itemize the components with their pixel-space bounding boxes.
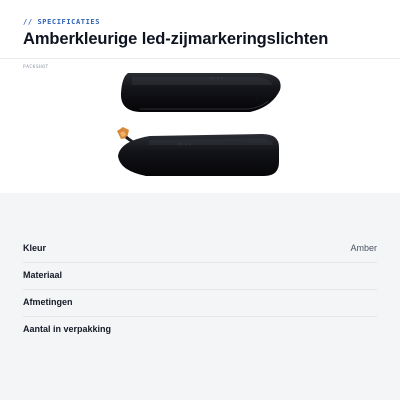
spec-row-color: Kleur Amber (23, 236, 377, 263)
product-image-panel: PACKSHOT E11 ▪ ▪ E11 ▪ ▪ (0, 59, 400, 193)
spec-label: Materiaal (23, 270, 63, 280)
spec-label: Aantal in verpakking (23, 324, 112, 334)
spec-value: Amber (350, 243, 377, 253)
section-eyebrow: // SPECIFICATIES (23, 18, 101, 26)
spec-header: // SPECIFICATIES Amberkleurige led-zijma… (0, 0, 400, 58)
spec-label: Kleur (23, 243, 47, 253)
svg-text:E11 ▪ ▪: E11 ▪ ▪ (178, 142, 191, 146)
product-title: Amberkleurige led-zijmarkeringslichten (23, 30, 329, 48)
svg-text:E11 ▪ ▪: E11 ▪ ▪ (210, 76, 223, 80)
lower-side-marker-lamp: E11 ▪ ▪ (117, 127, 279, 176)
spec-row-quantity: Aantal in verpakking (23, 317, 377, 343)
spec-row-material: Materiaal (23, 263, 377, 290)
product-packshot-image: E11 ▪ ▪ E11 ▪ ▪ (117, 73, 281, 176)
specifications-list: Kleur Amber Materiaal Afmetingen Aantal … (23, 236, 377, 343)
spec-row-dimensions: Afmetingen (23, 290, 377, 317)
spec-label: Afmetingen (23, 297, 73, 307)
upper-side-marker-lamp (120, 73, 281, 112)
upper-lamp-marking: E11 ▪ ▪ (210, 76, 223, 80)
